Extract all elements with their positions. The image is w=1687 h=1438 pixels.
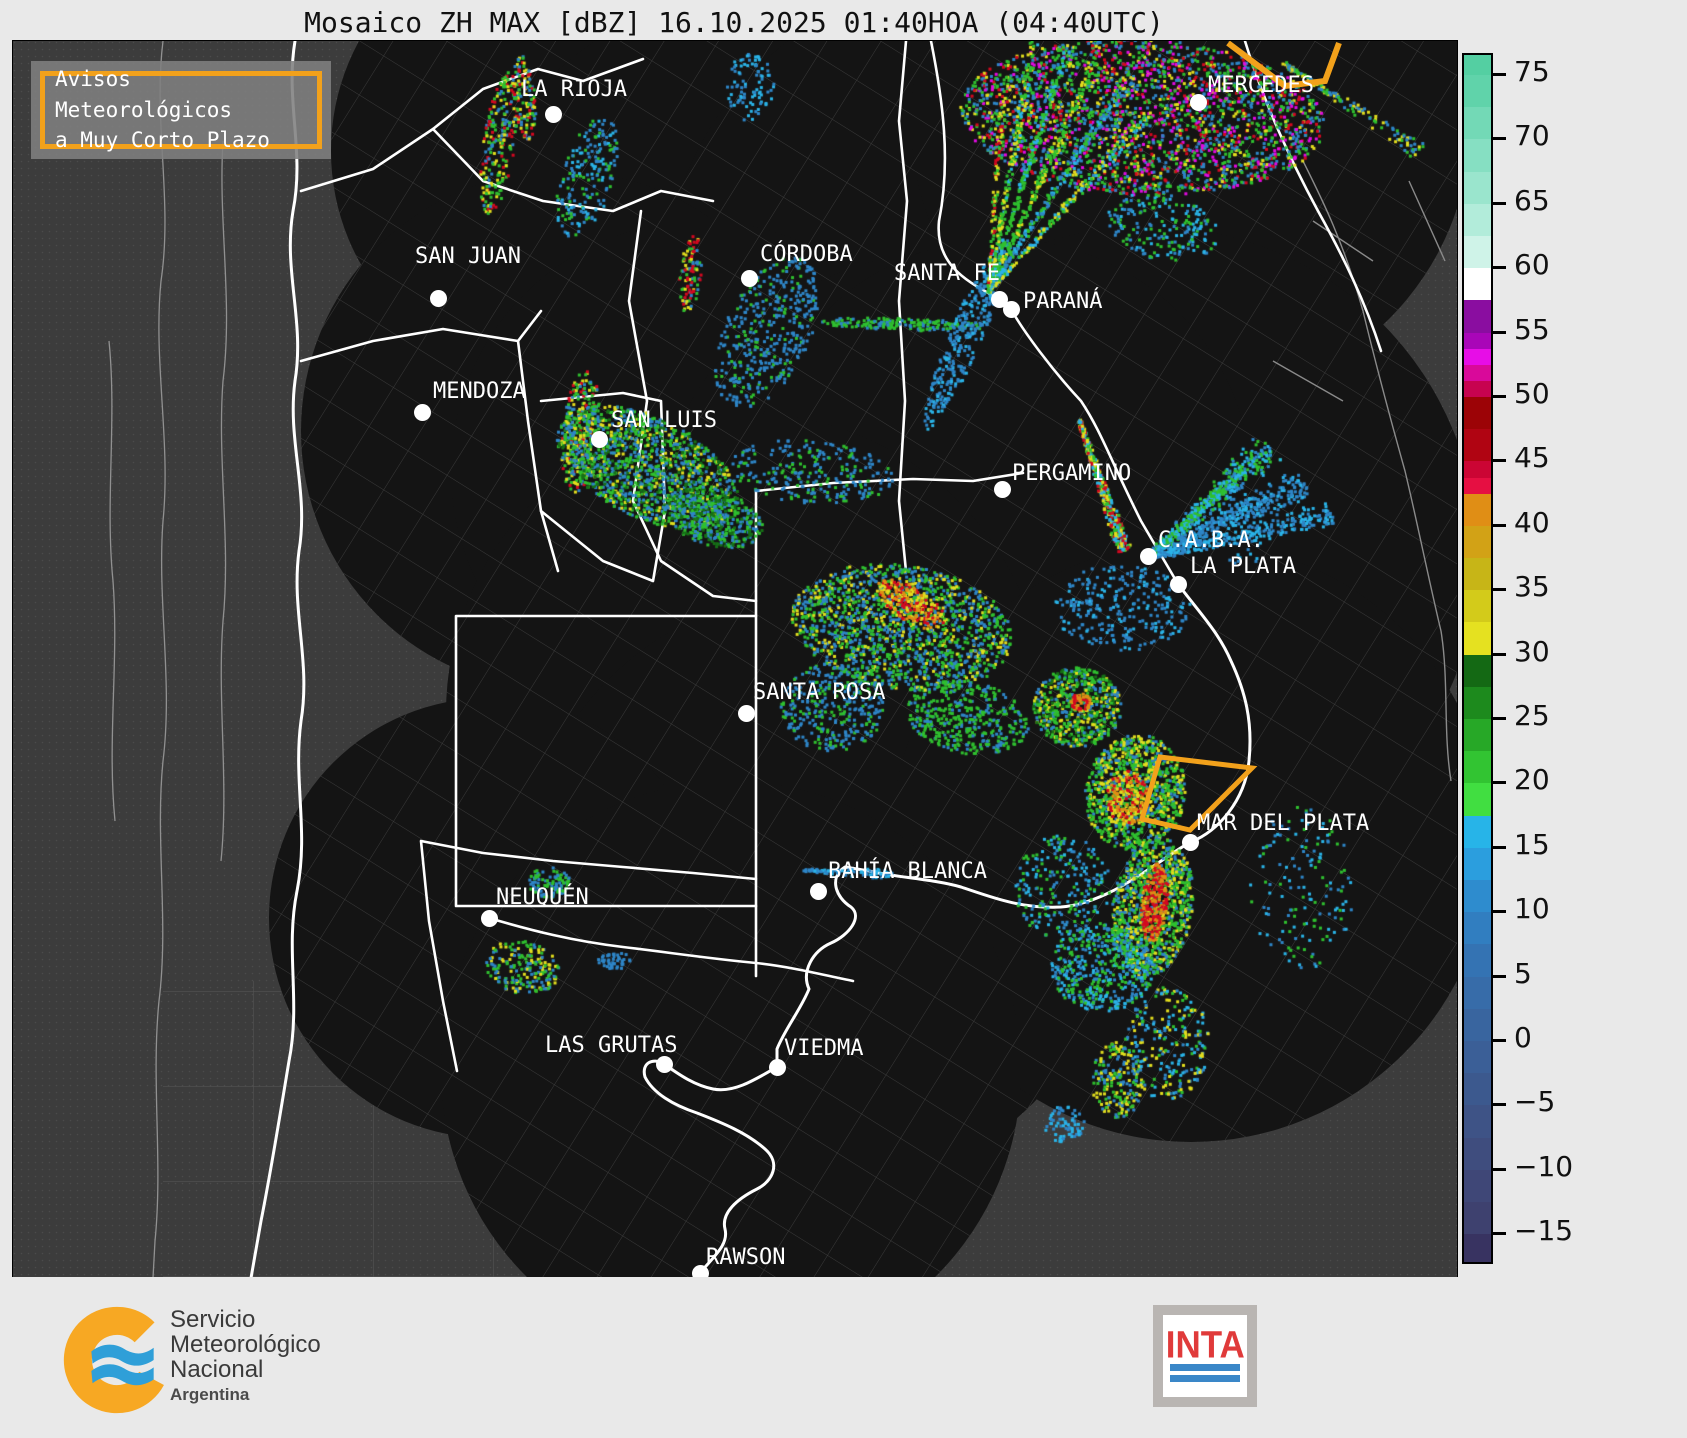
colorbar-tick [1493,652,1506,656]
city-dot-neuquen [481,910,498,927]
inta-logo-inner: INTA [1163,1315,1247,1397]
city-dot-viedma [769,1059,786,1076]
colorbar-tick-label: 5 [1514,956,1532,990]
map-overlay-svg [1138,41,1342,833]
city-label-rawson: RAWSON [706,1245,786,1270]
colorbar-tick-label: 65 [1514,183,1550,217]
colorbar-tick-label: 75 [1514,54,1550,88]
smn-line2: Meteorológico [170,1331,321,1358]
colorbar-tick-label: 10 [1514,892,1550,926]
colorbar-tick [1493,910,1506,914]
city-dot-bahia-blanca [810,883,827,900]
colorbar-tick-label: 60 [1514,248,1550,282]
city-dot-las-grutas [656,1056,673,1073]
colorbar-tick-label: 70 [1514,119,1550,153]
colorbar-tick-label: 20 [1514,763,1550,797]
colorbar-tick-label: −5 [1514,1085,1556,1119]
smn-line1: Servicio [170,1306,256,1333]
warning-legend-panel: Avisos Meteorológicos a Muy Corto Plazo [31,61,331,159]
colorbar-tick-label: 30 [1514,634,1550,668]
city-label-pergamino: PERGAMINO [1012,461,1132,486]
colorbar-gradient [1464,55,1491,1263]
city-label-san-luis: SAN LUIS [611,408,717,433]
colorbar-tick [1493,717,1506,721]
colorbar-tick [1493,266,1506,270]
city-dot-pergamino [994,481,1011,498]
radar-map: LA RIOJA MERCEDES SAN JUAN CÓRDOBA SANTA FE P… [12,40,1458,1279]
colorbar-tick [1493,1039,1506,1043]
colorbar-tick-label: 40 [1514,505,1550,539]
city-dot-parana [1003,301,1020,318]
city-label-parana: PARANÁ [1023,289,1103,314]
inta-logo: INTA [1153,1305,1257,1407]
smn-line4: Argentina [170,1385,250,1404]
city-dot-mendoza [414,404,431,421]
city-label-mendoza: MENDOZA [433,379,526,404]
footer: Servicio Meteorológico Nacional Argentin… [0,1277,1687,1438]
city-dot-mar-del-plata [1182,834,1199,851]
colorbar-tick [1493,72,1506,76]
city-dot-san-juan [430,290,447,307]
colorbar-tick-label: 50 [1514,376,1550,410]
warning-legend-line1: Avisos Meteorológicos [55,67,233,122]
city-label-bahia-blanca: BAHÍA BLANCA [828,859,987,884]
colorbar-tick [1493,974,1506,978]
city-dot-la-rioja [545,106,562,123]
city-label-viedma: VIEDMA [784,1036,864,1061]
city-dot-caba [1140,548,1157,565]
city-dot-mercedes [1190,94,1207,111]
city-label-santa-fe: SANTA FE [894,261,1000,286]
colorbar-tick-label: 55 [1514,312,1550,346]
colorbar-tick-label: 35 [1514,570,1550,604]
city-label-santa-rosa: SANTA ROSA [753,680,886,705]
city-label-neuquen: NEUQUÉN [496,885,589,910]
colorbar-tick [1493,523,1506,527]
radar-mosaic-product: Mosaico ZH MAX [dBZ] 16.10.2025 01:40HOA… [0,0,1687,1438]
colorbar-tick [1493,330,1506,334]
map-title: Mosaico ZH MAX [dBZ] 16.10.2025 01:40HOA… [304,6,1164,39]
city-label-san-juan: SAN JUAN [415,244,521,269]
city-label-mar-del-plata: MAR DEL PLATA [1197,811,1370,836]
colorbar-tick [1493,395,1506,398]
city-label-cordoba: CÓRDOBA [760,242,853,267]
colorbar-tick-label: 0 [1514,1020,1532,1054]
city-dot-la-plata [1170,576,1187,593]
colorbar-tick-label: 15 [1514,827,1550,861]
dbz-colorbar [1462,53,1493,1264]
city-dot-san-luis [591,431,608,448]
city-label-la-plata: LA PLATA [1190,554,1296,579]
colorbar-tick [1493,137,1506,141]
smn-logo: Servicio Meteorológico Nacional Argentin… [62,1305,362,1415]
colorbar-tick [1493,588,1506,592]
city-label-la-rioja: LA RIOJA [521,77,627,102]
smn-logo-text: Servicio Meteorológico Nacional Argentin… [170,1307,321,1405]
colorbar-tick [1493,1232,1506,1236]
colorbar-tick-label: 25 [1514,698,1550,732]
smn-logo-mark [63,1306,171,1414]
warning-legend-box: Avisos Meteorológicos a Muy Corto Plazo [40,67,322,152]
city-label-mercedes: MERCEDES [1208,73,1314,98]
colorbar-tick [1493,781,1506,785]
city-label-las-grutas: LAS GRUTAS [545,1033,678,1058]
colorbar-tick [1493,459,1506,463]
city-label-caba: C.A.B.A. [1158,528,1264,553]
colorbar-tick [1493,201,1506,205]
inta-wordmark: INTA [1165,1323,1245,1366]
colorbar-tick [1493,845,1506,849]
smn-line3: Nacional [170,1356,264,1383]
colorbar-tick-label: −10 [1514,1149,1574,1183]
colorbar-tick-label: −15 [1514,1214,1574,1248]
colorbar-tick [1493,1167,1506,1171]
city-dot-cordoba [741,270,758,287]
city-dot-santa-rosa [738,705,755,722]
warning-legend-line2: a Muy Corto Plazo [55,128,270,153]
colorbar-tick-label: 45 [1514,441,1550,475]
inta-bar-2 [1170,1375,1240,1382]
colorbar-tick [1493,1103,1506,1107]
